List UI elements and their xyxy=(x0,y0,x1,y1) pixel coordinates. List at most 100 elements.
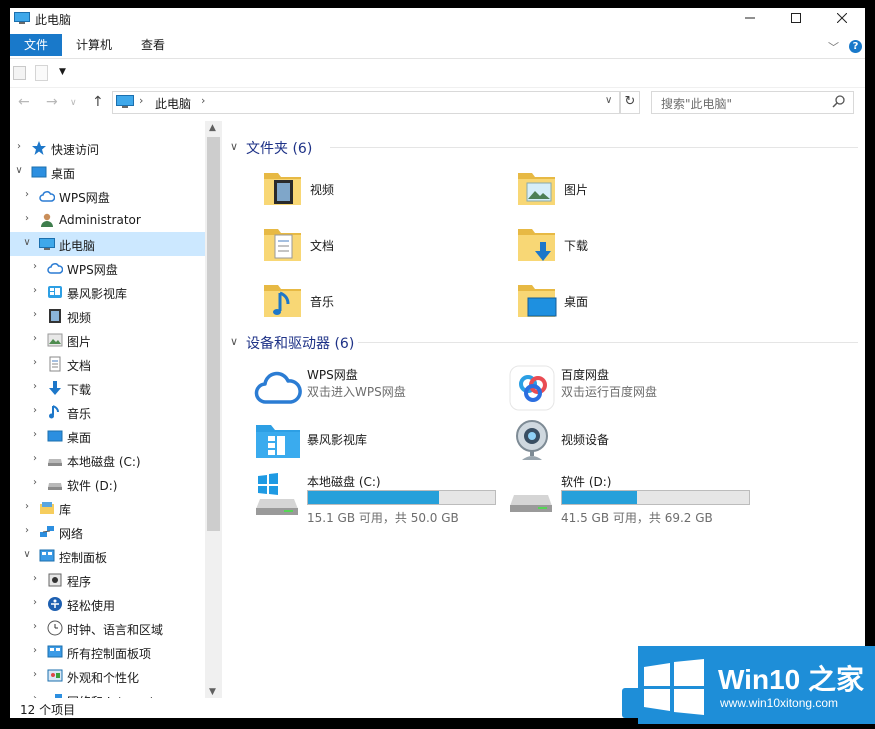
tree-item[interactable]: › 文档 xyxy=(10,352,205,376)
ribbon-expand-chevron-icon[interactable]: ﹀ xyxy=(828,39,839,55)
tree-item[interactable]: › 本地磁盘 (C:) xyxy=(10,448,205,472)
tree-item[interactable]: › 软件 (D:) xyxy=(10,472,205,496)
close-button[interactable] xyxy=(819,8,865,30)
collapsed-chevron-icon[interactable]: › xyxy=(14,141,24,152)
collapsed-chevron-icon[interactable]: › xyxy=(22,189,32,200)
tree-item-label: 轻松使用 xyxy=(67,599,116,613)
collapse-chevron-icon[interactable]: ∨ xyxy=(230,335,238,348)
collapsed-chevron-icon[interactable]: › xyxy=(30,645,40,656)
collapsed-chevron-icon[interactable]: › xyxy=(30,669,40,680)
folder-item[interactable]: 桌面 xyxy=(514,278,714,328)
navigation-scrollbar[interactable]: ▲ ▼ xyxy=(205,121,222,698)
tree-item[interactable]: › 音乐 xyxy=(10,400,205,424)
tree-item[interactable]: › 视频 xyxy=(10,304,205,328)
collapsed-chevron-icon[interactable]: › xyxy=(22,501,32,512)
expanded-chevron-icon[interactable]: ∨ xyxy=(22,237,32,248)
tab-computer[interactable]: 计算机 xyxy=(64,34,124,56)
back-arrow-icon[interactable]: ← xyxy=(18,94,30,110)
tree-item[interactable]: › 所有控制面板项 xyxy=(10,640,205,664)
collapsed-chevron-icon[interactable]: › xyxy=(30,285,40,296)
folder-item[interactable]: 图片 xyxy=(514,166,714,216)
expanded-chevron-icon[interactable]: ∨ xyxy=(14,165,24,176)
collapsed-chevron-icon[interactable]: › xyxy=(30,429,40,440)
device-item[interactable]: WPS网盘 双击进入WPS网盘 xyxy=(254,364,504,414)
collapsed-chevron-icon[interactable]: › xyxy=(22,525,32,536)
recent-locations-chevron-icon[interactable]: ∨ xyxy=(70,98,77,108)
breadcrumb-chevron-icon[interactable]: › xyxy=(139,94,143,107)
tree-item-label: 桌面 xyxy=(67,431,92,445)
collapsed-chevron-icon[interactable]: › xyxy=(30,333,40,344)
tree-item-label: 程序 xyxy=(67,575,92,589)
tree-item[interactable]: › Administrator xyxy=(10,208,205,232)
address-dropdown-icon[interactable]: ∨ xyxy=(605,95,612,106)
tree-item[interactable]: ∨ 桌面 xyxy=(10,160,205,184)
collapsed-chevron-icon[interactable]: › xyxy=(30,477,40,488)
device-name: 百度网盘 xyxy=(561,368,610,382)
tree-item[interactable]: › 程序 xyxy=(10,568,205,592)
tree-item[interactable]: › 库 xyxy=(10,496,205,520)
folder-item[interactable]: 下载 xyxy=(514,222,714,272)
device-item[interactable]: 本地磁盘 (C:) 15.1 GB 可用，共 50.0 GB xyxy=(254,471,504,525)
collapsed-chevron-icon[interactable]: › xyxy=(30,381,40,392)
tree-item[interactable]: › 轻松使用 xyxy=(10,592,205,616)
minimize-button[interactable] xyxy=(727,8,773,30)
scrollbar-thumb[interactable] xyxy=(207,137,220,531)
folder-item[interactable]: 文档 xyxy=(260,222,460,272)
tree-item[interactable]: › WPS网盘 xyxy=(10,184,205,208)
tree-item[interactable]: › 桌面 xyxy=(10,424,205,448)
collapse-chevron-icon[interactable]: ∨ xyxy=(230,140,238,153)
breadcrumb[interactable]: 此电脑 xyxy=(155,95,191,112)
scroll-down-icon[interactable]: ▼ xyxy=(209,687,216,697)
properties-icon[interactable] xyxy=(13,66,26,80)
address-bar[interactable]: › 此电脑 › ∨ xyxy=(112,91,620,114)
tree-item[interactable]: ›网络和 Internet xyxy=(10,688,205,698)
tree-item[interactable]: ∨ 此电脑 xyxy=(10,232,205,256)
download-folder-icon xyxy=(514,222,558,266)
collapsed-chevron-icon[interactable]: › xyxy=(30,573,40,584)
forward-arrow-icon[interactable]: → xyxy=(46,94,58,110)
scroll-up-icon[interactable]: ▲ xyxy=(209,123,216,133)
tree-item[interactable]: › 暴风影视库 xyxy=(10,280,205,304)
device-item[interactable]: 软件 (D:) 41.5 GB 可用，共 69.2 GB xyxy=(508,471,758,525)
folder-item[interactable]: 视频 xyxy=(260,166,460,216)
device-item[interactable]: 暴风影视库 xyxy=(254,416,504,466)
collapsed-chevron-icon[interactable]: › xyxy=(30,597,40,608)
tree-item[interactable]: › WPS网盘 xyxy=(10,256,205,280)
tree-item[interactable]: › 时钟、语言和区域 xyxy=(10,616,205,640)
maximize-button[interactable] xyxy=(773,8,819,30)
computer-icon xyxy=(116,95,134,108)
library-icon xyxy=(39,500,55,516)
collapsed-chevron-icon[interactable]: › xyxy=(30,357,40,368)
disk-usage-bar xyxy=(307,490,496,505)
collapsed-chevron-icon[interactable]: › xyxy=(30,405,40,416)
customize-toolbar-icon[interactable]: ▼ xyxy=(59,67,66,77)
device-item[interactable]: 百度网盘 双击运行百度网盘 xyxy=(508,364,758,414)
help-icon[interactable]: ? xyxy=(849,40,862,53)
tab-view[interactable]: 查看 xyxy=(129,34,177,56)
tree-item[interactable]: › 图片 xyxy=(10,328,205,352)
tree-item-label: 此电脑 xyxy=(59,239,96,253)
tab-file[interactable]: 文件 xyxy=(10,34,62,56)
search-input[interactable]: 搜索"此电脑" xyxy=(651,91,854,114)
breadcrumb-chevron-icon[interactable]: › xyxy=(201,94,205,107)
folders-group-header[interactable]: ∨ 文件夹 (6) xyxy=(230,137,858,159)
collapsed-chevron-icon[interactable]: › xyxy=(30,621,40,632)
collapsed-chevron-icon[interactable]: › xyxy=(22,213,32,224)
computer-icon xyxy=(39,236,55,252)
new-folder-icon[interactable] xyxy=(35,65,48,81)
collapsed-chevron-icon[interactable]: › xyxy=(30,453,40,464)
tree-item[interactable]: › 外观和个性化 xyxy=(10,664,205,688)
up-arrow-icon[interactable]: ↑ xyxy=(92,94,104,110)
device-item[interactable]: 视频设备 xyxy=(508,416,758,466)
collapsed-chevron-icon[interactable]: › xyxy=(30,309,40,320)
folder-item[interactable]: 音乐 xyxy=(260,278,460,328)
devices-group-header[interactable]: ∨ 设备和驱动器 (6) xyxy=(230,332,858,354)
refresh-button[interactable]: ↻ xyxy=(620,91,640,114)
collapsed-chevron-icon[interactable]: › xyxy=(30,261,40,272)
tree-item[interactable]: › 下载 xyxy=(10,376,205,400)
expanded-chevron-icon[interactable]: ∨ xyxy=(22,549,32,560)
ease-of-access-icon xyxy=(47,596,63,612)
tree-item[interactable]: › 快速访问 xyxy=(10,136,205,160)
tree-item[interactable]: › 网络 xyxy=(10,520,205,544)
tree-item[interactable]: ∨ 控制面板 xyxy=(10,544,205,568)
